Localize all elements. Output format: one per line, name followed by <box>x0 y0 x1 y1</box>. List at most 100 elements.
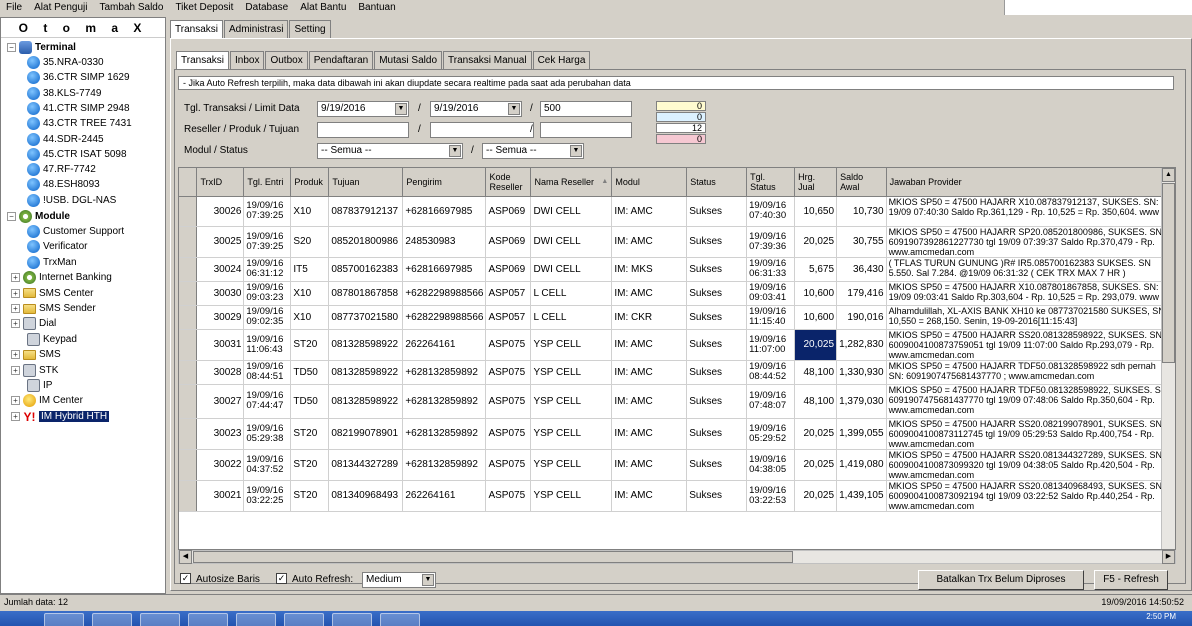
table-row[interactable]: 30030 19/09/16 09:03:23 X10 087801867858 +62… <box>179 281 1175 306</box>
taskbar-app-button[interactable] <box>188 613 228 626</box>
table-row[interactable]: 30027 19/09/16 07:44:47 TD50 081328598922 +6… <box>179 384 1175 419</box>
cell-trxid[interactable]: 30026 <box>196 196 245 227</box>
cell-jawaban[interactable]: ( TFLAS TURUN GUNUNG )R# IR5.08570016238… <box>886 257 1175 282</box>
row-indicator[interactable] <box>179 257 198 282</box>
row-indicator[interactable] <box>179 305 198 330</box>
cell-produk[interactable]: ST20 <box>290 329 330 361</box>
row-indicator[interactable] <box>179 329 198 361</box>
cell-saldo-awal[interactable]: 1,399,055 <box>836 418 887 450</box>
cell-jawaban[interactable]: MKIOS SP50 = 47500 HAJARR TDF50.08132859… <box>886 384 1175 419</box>
tree-node-terminal-item[interactable]: 38.KLS-7749 <box>27 86 101 101</box>
cell-jawaban[interactable]: MKIOS SP50 = 47500 HAJARR SS20.082199078… <box>886 418 1175 450</box>
transaction-grid[interactable]: TrxID Tgl. Entri Produk Tujuan Pengirim … <box>178 167 1176 550</box>
cell-tujuan[interactable]: 085700162383 <box>328 257 404 282</box>
cell-tujuan[interactable]: 081328598922 <box>328 384 404 419</box>
cell-pengirim[interactable]: +6282298988566 <box>402 305 487 330</box>
cell-status[interactable]: Sukses <box>686 329 748 361</box>
tree-node-terminal-item[interactable]: 45.CTR ISAT 5098 <box>27 147 127 162</box>
cell-kode-reseller[interactable]: ASP075 <box>485 384 532 419</box>
refresh-speed-select[interactable]: Medium ▼ <box>362 572 436 588</box>
cell-jawaban[interactable]: MKIOS SP50 = 47500 HAJARR SP20.085201800… <box>886 226 1175 258</box>
cell-status[interactable]: Sukses <box>686 281 748 306</box>
dropdown-arrow-icon[interactable]: ▼ <box>508 103 520 115</box>
cell-tgl-status[interactable]: 19/09/16 09:03:41 <box>746 281 796 306</box>
tujuan-input[interactable] <box>540 122 632 138</box>
cell-trxid[interactable]: 30022 <box>196 449 245 481</box>
expand-icon[interactable]: + <box>11 304 20 313</box>
cell-produk[interactable]: ST20 <box>290 449 330 481</box>
cell-tgl-status[interactable]: 19/09/16 11:15:40 <box>746 305 796 330</box>
taskbar-app-button[interactable] <box>284 613 324 626</box>
cell-pengirim[interactable]: +62816697985 <box>402 196 487 227</box>
col-header-jawaban[interactable]: Jawaban Provider <box>886 168 1175 197</box>
tree-node-terminal-item[interactable]: 44.SDR-2445 <box>27 132 104 147</box>
cell-status[interactable]: Sukses <box>686 480 748 512</box>
cell-modul[interactable]: IM: AMC <box>611 196 688 227</box>
cell-saldo-awal[interactable]: 1,419,080 <box>836 449 887 481</box>
cell-kode-reseller[interactable]: ASP075 <box>485 360 532 385</box>
table-row[interactable]: 30029 19/09/16 09:02:35 X10 087737021580 +62… <box>179 305 1175 330</box>
table-row[interactable]: 30026 19/09/16 07:39:25 X10 087837912137 +62… <box>179 196 1175 227</box>
cell-status[interactable]: Sukses <box>686 196 748 227</box>
col-header-tujuan[interactable]: Tujuan <box>328 168 404 197</box>
tree-node-module-item[interactable]: TrxMan <box>27 255 77 270</box>
cell-tgl-entri[interactable]: 19/09/16 03:22:25 <box>243 480 292 512</box>
date-to-picker[interactable]: 9/19/2016 ▼ <box>430 101 522 117</box>
cell-saldo-awal[interactable]: 1,330,930 <box>836 360 887 385</box>
cell-nama-reseller[interactable]: YSP CELL <box>530 480 613 512</box>
tree-node-module-item[interactable]: + SMS Sender <box>11 301 96 316</box>
autorefresh-checkbox[interactable]: ✓ <box>276 573 287 584</box>
cell-modul[interactable]: IM: MKS <box>611 257 688 282</box>
cell-jawaban[interactable]: MKIOS SP50 = 47500 HAJARR X10.0878018678… <box>886 281 1175 306</box>
produk-input[interactable] <box>430 122 534 138</box>
cell-nama-reseller[interactable]: DWI CELL <box>530 257 613 282</box>
cell-pengirim[interactable]: 248530983 <box>402 226 487 258</box>
cell-nama-reseller[interactable]: L CELL <box>530 305 613 330</box>
cell-saldo-awal[interactable]: 30,755 <box>836 226 887 258</box>
menu-tiket-deposit[interactable]: Tiket Deposit <box>169 2 239 13</box>
cell-jawaban[interactable]: MKIOS SP50 = 47500 HAJARR SS20.081328598… <box>886 329 1175 361</box>
cell-saldo-awal[interactable]: 1,282,830 <box>836 329 887 361</box>
dropdown-arrow-icon[interactable]: ▼ <box>422 574 434 586</box>
row-indicator[interactable] <box>179 449 198 481</box>
cell-saldo-awal[interactable]: 1,379,030 <box>836 384 887 419</box>
cell-hrg-jual[interactable]: 20,025 <box>794 418 838 450</box>
collapse-icon[interactable]: − <box>7 43 16 52</box>
status-select[interactable]: -- Semua -- ▼ <box>482 143 584 159</box>
table-row[interactable]: 30031 19/09/16 11:06:43 ST20 081328598922 26… <box>179 329 1175 361</box>
cell-modul[interactable]: IM: AMC <box>611 384 688 419</box>
limit-input[interactable]: 500 <box>540 101 632 117</box>
cell-nama-reseller[interactable]: DWI CELL <box>530 226 613 258</box>
cell-hrg-jual[interactable]: 10,650 <box>794 196 838 227</box>
reseller-input[interactable] <box>317 122 409 138</box>
cell-pengirim[interactable]: +628132859892 <box>402 449 487 481</box>
tree-node-module-item[interactable]: + Dial <box>11 316 56 331</box>
row-indicator[interactable] <box>179 360 198 385</box>
dropdown-arrow-icon[interactable]: ▼ <box>395 103 407 115</box>
cell-nama-reseller[interactable]: YSP CELL <box>530 418 613 450</box>
cell-pengirim[interactable]: +6282298988566 <box>402 281 487 306</box>
col-header-hrg-jual[interactable]: Hrg. Jual <box>794 168 838 197</box>
tab-transaksi[interactable]: Transaksi <box>170 20 223 39</box>
tree-node-module-item[interactable]: + SMS <box>11 347 61 362</box>
tree-node-module-item[interactable]: + STK <box>11 363 58 378</box>
cell-status[interactable]: Sukses <box>686 418 748 450</box>
cell-saldo-awal[interactable]: 190,016 <box>836 305 887 330</box>
cell-hrg-jual[interactable]: 20,025 <box>794 449 838 481</box>
row-indicator[interactable] <box>179 281 198 306</box>
cell-saldo-awal[interactable]: 179,416 <box>836 281 887 306</box>
cell-tgl-entri[interactable]: 19/09/16 09:03:23 <box>243 281 292 306</box>
cell-jawaban[interactable]: MKIOS SP50 = 47500 HAJARR SS20.081344327… <box>886 449 1175 481</box>
subtab-mutasi-saldo[interactable]: Mutasi Saldo <box>374 51 443 69</box>
subtab-inbox[interactable]: Inbox <box>229 51 265 69</box>
tab-administrasi[interactable]: Administrasi <box>223 20 289 38</box>
row-indicator[interactable] <box>179 384 198 419</box>
cell-tujuan[interactable]: 085201800986 <box>328 226 404 258</box>
cell-trxid[interactable]: 30031 <box>196 329 245 361</box>
menu-alat-bantu[interactable]: Alat Bantu <box>294 2 352 13</box>
cell-trxid[interactable]: 30029 <box>196 305 245 330</box>
cell-kode-reseller[interactable]: ASP057 <box>485 305 532 330</box>
taskbar-app-button[interactable] <box>236 613 276 626</box>
cell-kode-reseller[interactable]: ASP075 <box>485 418 532 450</box>
table-row[interactable]: 30023 19/09/16 05:29:38 ST20 082199078901 +6… <box>179 418 1175 450</box>
